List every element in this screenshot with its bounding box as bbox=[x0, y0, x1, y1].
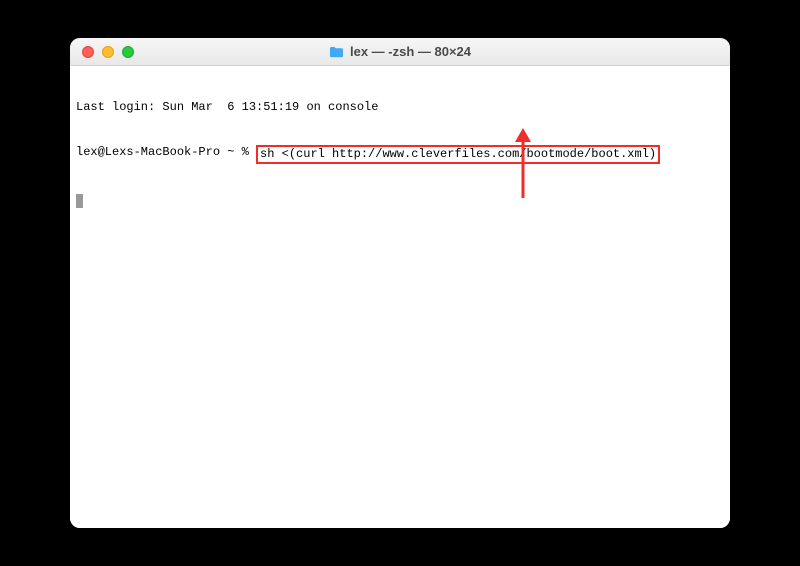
terminal-window: lex — -zsh — 80×24 Last login: Sun Mar 6… bbox=[70, 38, 730, 528]
command-highlight-box: sh <(curl http://www.cleverfiles.com/boo… bbox=[256, 145, 660, 164]
terminal-content[interactable]: Last login: Sun Mar 6 13:51:19 on consol… bbox=[70, 66, 730, 528]
titlebar[interactable]: lex — -zsh — 80×24 bbox=[70, 38, 730, 66]
close-button[interactable] bbox=[82, 46, 94, 58]
window-title-text: lex — -zsh — 80×24 bbox=[350, 44, 471, 59]
traffic-lights bbox=[70, 46, 134, 58]
prompt-line: lex@Lexs-MacBook-Pro ~ % sh <(curl http:… bbox=[76, 145, 724, 164]
terminal-cursor bbox=[76, 194, 83, 208]
maximize-button[interactable] bbox=[122, 46, 134, 58]
cursor-line bbox=[76, 194, 724, 209]
minimize-button[interactable] bbox=[102, 46, 114, 58]
folder-icon bbox=[329, 46, 344, 58]
shell-prompt: lex@Lexs-MacBook-Pro ~ % bbox=[76, 145, 256, 160]
command-text: sh <(curl http://www.cleverfiles.com/boo… bbox=[260, 147, 656, 161]
last-login-line: Last login: Sun Mar 6 13:51:19 on consol… bbox=[76, 100, 724, 115]
window-title: lex — -zsh — 80×24 bbox=[70, 44, 730, 59]
